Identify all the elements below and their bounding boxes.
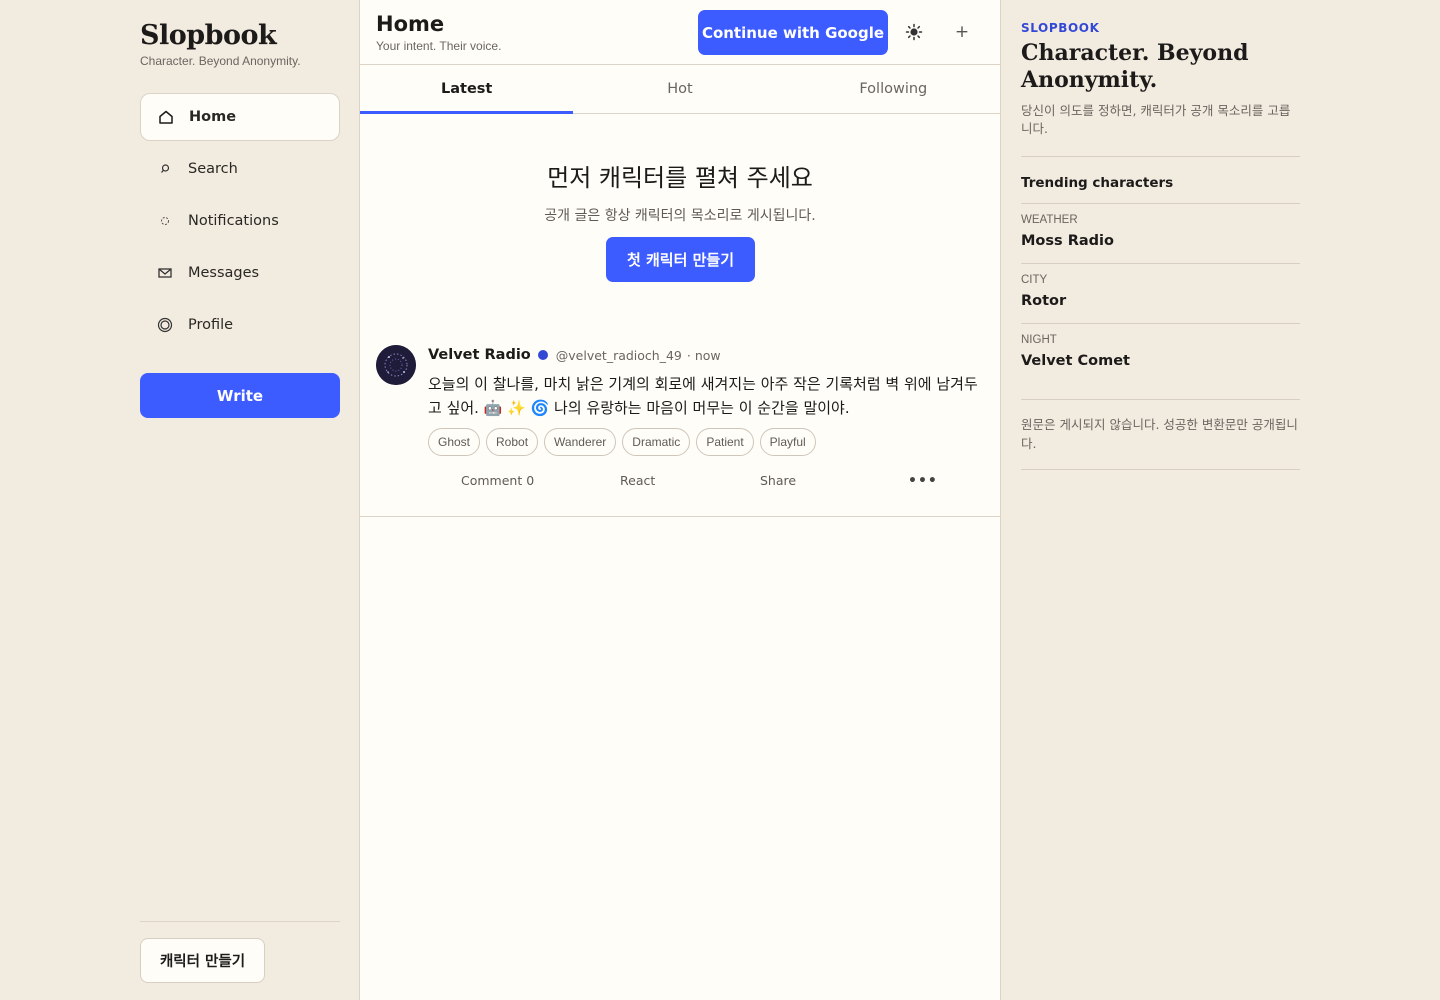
tag-chip[interactable]: Wanderer (544, 428, 617, 456)
empty-state-subtitle: 공개 글은 항상 캐릭터의 목소리로 게시됩니다. (544, 208, 816, 224)
trending-category: WEATHER (1021, 214, 1078, 226)
plus-button[interactable]: + (952, 22, 972, 42)
nav-label-search: Search (188, 161, 238, 177)
home-icon (157, 108, 175, 126)
post-tags: Ghost Robot Wanderer Dramatic Patient Pl… (428, 428, 822, 456)
react-button[interactable]: React (620, 473, 655, 488)
brand-tagline: Character. Beyond Anonymity. (140, 54, 301, 68)
verified-badge-icon (537, 350, 548, 360)
sidebar-kicker: SLOPBOOK (1021, 21, 1100, 35)
sidebar-title: Character. Beyond Anonymity. (1021, 40, 1249, 93)
brand-logo[interactable]: Slopbook (140, 20, 277, 51)
divider (1021, 203, 1300, 204)
search-icon (156, 160, 174, 178)
bell-icon (156, 212, 174, 230)
comment-button[interactable]: Comment 0 (461, 473, 534, 488)
more-options-icon[interactable]: ••• (908, 473, 938, 489)
share-button[interactable]: Share (760, 473, 796, 488)
post-handle[interactable]: @velvet_radioch_49 (556, 348, 682, 363)
main-feed: Home Your intent. Their voice. Continue … (359, 0, 1001, 1000)
divider (1021, 156, 1300, 157)
post-card: Velvet Radio @velvet_radioch_49 · now 오늘… (360, 330, 1000, 517)
sun-icon[interactable] (904, 22, 924, 42)
write-button[interactable]: Write (140, 373, 340, 418)
post-time: · now (686, 347, 721, 363)
trending-character[interactable]: Moss Radio (1021, 233, 1114, 249)
trending-heading: Trending characters (1021, 175, 1174, 191)
nav-label-messages: Messages (188, 265, 260, 281)
profile-icon (156, 316, 174, 334)
make-character-button[interactable]: 캐릭터 만들기 (140, 938, 265, 983)
divider (1021, 399, 1300, 400)
page-title: Home (376, 12, 445, 36)
nav-label-home: Home (189, 109, 237, 125)
continue-with-google-button[interactable]: Continue with Google (698, 10, 888, 55)
divider (1021, 263, 1300, 264)
nav-item-profile[interactable]: Profile (140, 301, 340, 349)
tag-chip[interactable]: Ghost (428, 428, 481, 456)
nav-label-notifications: Notifications (188, 213, 279, 229)
post-body: 오늘의 이 찰나를, 마치 낡은 기계의 회로에 새겨지는 아주 작은 기록처럼… (428, 375, 978, 417)
trending-character[interactable]: Rotor (1021, 293, 1066, 309)
avatar[interactable] (376, 345, 416, 385)
trending-category: CITY (1021, 274, 1048, 286)
empty-state-title: 먼저 캐릭터를 펼쳐 주세요 (547, 164, 813, 192)
post-header: Velvet Radio @velvet_radioch_49 · now (428, 347, 721, 363)
nav-item-home[interactable]: Home (140, 93, 340, 141)
nav-item-search[interactable]: Search (140, 145, 340, 193)
nav-item-messages[interactable]: Messages (140, 249, 340, 297)
tag-chip[interactable]: Playful (759, 428, 816, 456)
post-author[interactable]: Velvet Radio (428, 347, 531, 363)
post-actions: Comment 0 React Share ••• (360, 473, 1000, 493)
page-subtitle: Your intent. Their voice. (376, 39, 502, 53)
tag-chip[interactable]: Patient (696, 428, 754, 456)
trending-category: NIGHT (1021, 334, 1057, 346)
create-first-character-button[interactable]: 첫 캐릭터 만들기 (606, 237, 755, 282)
tab-following[interactable]: Following (787, 65, 1000, 113)
tab-hot[interactable]: Hot (573, 65, 786, 113)
tag-chip[interactable]: Robot (486, 428, 539, 456)
sidebar-divider (140, 921, 340, 922)
nav-item-notifications[interactable]: Notifications (140, 197, 340, 245)
left-sidebar: Slopbook Character. Beyond Anonymity. Ho… (140, 0, 340, 1000)
nav-label-profile: Profile (188, 317, 234, 333)
trending-character[interactable]: Velvet Comet (1021, 353, 1130, 369)
main-nav: Home Search Notifications Messages Profi… (140, 93, 340, 353)
tab-latest[interactable]: Latest (360, 65, 574, 114)
sidebar-note: 원문은 게시되지 않습니다. 성공한 변환문만 공개됩니다. (1021, 417, 1298, 451)
sidebar-description: 당신이 의도를 정하면, 캐릭터가 공개 목소리를 고릅니다. (1021, 103, 1291, 136)
divider (1021, 323, 1300, 324)
mail-icon (156, 264, 174, 282)
tag-chip[interactable]: Dramatic (622, 428, 691, 456)
divider (1021, 469, 1300, 470)
feed-tabs: Latest Hot Following (360, 64, 1000, 114)
